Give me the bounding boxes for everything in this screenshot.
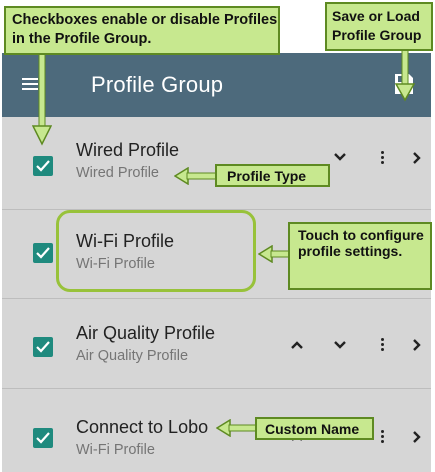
profile-type: Wi-Fi Profile [76, 442, 155, 458]
profile-type: Wired Profile [76, 165, 159, 181]
arrow-left-icon [174, 167, 218, 185]
check-icon [36, 341, 50, 353]
more-options-icon[interactable] [381, 430, 385, 444]
more-options-icon[interactable] [381, 151, 385, 165]
profile-checkbox[interactable] [33, 337, 53, 357]
check-icon [36, 247, 50, 259]
arrow-left-icon [216, 419, 258, 437]
profile-checkbox[interactable] [33, 156, 53, 176]
chevron-right-icon[interactable] [412, 430, 422, 444]
touch-callout: Touch to configure profile settings. [288, 222, 432, 290]
profile-name: Connect to Lobo [76, 417, 209, 437]
profile-type: Air Quality Profile [76, 348, 189, 364]
arrow-left-icon [258, 245, 290, 263]
custom-name-callout: Custom Name [255, 417, 374, 440]
profile-type-callout: Profile Type [215, 164, 330, 187]
arrow-down-icon [32, 54, 52, 146]
page-title: Profile Group [91, 72, 224, 97]
chevron-down-icon[interactable] [333, 340, 347, 350]
chevron-down-icon[interactable] [333, 152, 347, 162]
check-icon [36, 160, 50, 172]
profile-checkbox[interactable] [33, 243, 53, 263]
more-options-icon[interactable] [381, 338, 385, 352]
profile-checkbox[interactable] [33, 428, 53, 448]
save-load-callout: Save or Load Profile Group [325, 2, 433, 51]
arrow-down-icon [395, 50, 415, 102]
checkboxes-callout: Checkboxes enable or disable Profiles in… [4, 6, 280, 55]
wifi-profile-highlight [56, 210, 256, 292]
toolbar: Profile Group [2, 53, 431, 117]
check-icon [36, 432, 50, 444]
chevron-right-icon[interactable] [412, 151, 422, 165]
profile-name: Wired Profile [76, 140, 180, 160]
list-item[interactable]: Air Quality Profile Air Quality Profile [2, 299, 431, 389]
chevron-up-icon[interactable] [290, 340, 304, 350]
profile-name: Air Quality Profile [76, 323, 216, 343]
chevron-right-icon[interactable] [412, 338, 422, 352]
